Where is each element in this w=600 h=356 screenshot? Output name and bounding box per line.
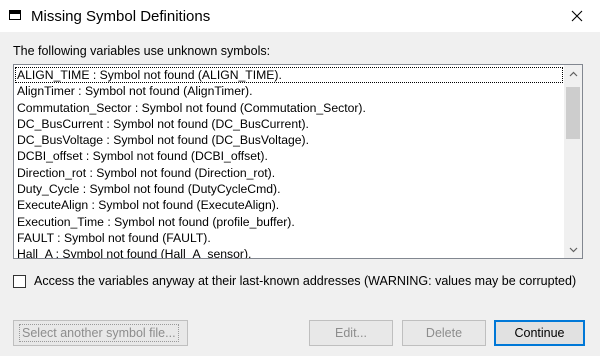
access-anyway-label[interactable]: Access the variables anyway at their las… (34, 274, 576, 288)
edit-label: Edit... (335, 326, 367, 340)
chevron-down-icon (569, 247, 577, 252)
prompt-label: The following variables use unknown symb… (13, 44, 271, 58)
close-button[interactable] (554, 0, 600, 32)
list-item[interactable]: Commutation_Sector : Symbol not found (C… (14, 100, 564, 116)
close-icon (571, 10, 583, 22)
window-icon (9, 10, 21, 20)
scroll-thumb[interactable] (566, 87, 580, 139)
list-item[interactable]: DC_BusVoltage : Symbol not found (DC_Bus… (14, 132, 564, 148)
title-bar: Missing Symbol Definitions (0, 0, 600, 32)
list-item[interactable]: ExecuteAlign : Symbol not found (Execute… (14, 197, 564, 213)
list-items: ALIGN_TIME : Symbol not found (ALIGN_TIM… (14, 65, 564, 258)
continue-button[interactable]: Continue (494, 320, 585, 346)
select-symbol-file-label: Select another symbol file... (19, 324, 179, 342)
scroll-up-button[interactable] (564, 65, 582, 82)
list-item[interactable]: Execution_Time : Symbol not found (profi… (14, 214, 564, 230)
list-item[interactable]: Direction_rot : Symbol not found (Direct… (14, 165, 564, 181)
edit-button[interactable]: Edit... (309, 320, 393, 346)
scroll-down-button[interactable] (564, 241, 582, 258)
list-item[interactable]: Duty_Cycle : Symbol not found (DutyCycle… (14, 181, 564, 197)
access-anyway-checkbox[interactable] (13, 274, 26, 288)
list-item[interactable]: DC_BusCurrent : Symbol not found (DC_Bus… (14, 116, 564, 132)
list-item[interactable]: FAULT : Symbol not found (FAULT). (14, 230, 564, 246)
vertical-scrollbar[interactable] (564, 65, 582, 258)
list-item[interactable]: ALIGN_TIME : Symbol not found (ALIGN_TIM… (15, 67, 563, 84)
access-anyway-row: Access the variables anyway at their las… (13, 274, 576, 288)
delete-label: Delete (425, 326, 463, 340)
select-symbol-file-button[interactable]: Select another symbol file... (13, 320, 188, 346)
window-title: Missing Symbol Definitions (31, 8, 211, 25)
list-item[interactable]: DCBI_offset : Symbol not found (DCBI_off… (14, 148, 564, 164)
delete-button[interactable]: Delete (402, 320, 486, 346)
list-item[interactable]: AlignTimer : Symbol not found (AlignTime… (14, 83, 564, 99)
list-item[interactable]: Hall_A : Symbol not found (Hall_A_sensor… (14, 246, 564, 258)
continue-label: Continue (514, 326, 565, 340)
chevron-up-icon (569, 71, 577, 76)
missing-symbols-list[interactable]: ALIGN_TIME : Symbol not found (ALIGN_TIM… (13, 64, 583, 259)
